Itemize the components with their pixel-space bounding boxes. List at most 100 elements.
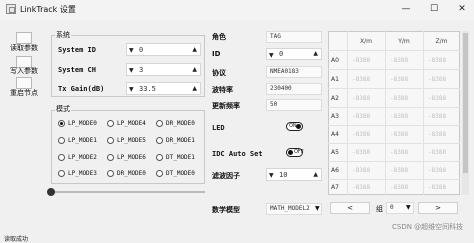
mode-option-label: LP_MODE2 xyxy=(68,154,97,161)
chevron-down-icon[interactable]: ▼ xyxy=(269,52,274,59)
mode-radio-dt1[interactable] xyxy=(156,154,163,161)
table-cell[interactable]: -8388 xyxy=(390,113,408,120)
system-ch-value: 3 xyxy=(139,66,144,74)
column-header: Z/m xyxy=(435,38,448,45)
table-cell[interactable]: -8388 xyxy=(390,76,408,83)
row-header: A2 xyxy=(331,95,339,102)
slider-handle[interactable] xyxy=(47,188,55,196)
tx-gain-spinbox[interactable]: ▼ 33.5 ▲ xyxy=(126,82,201,95)
chevron-down-icon[interactable]: ▼ xyxy=(406,204,411,211)
column-divider xyxy=(385,31,386,195)
row-divider xyxy=(328,69,460,70)
id-spinbox[interactable]: ▼ 0 ▲ xyxy=(266,48,322,60)
chevron-up-icon[interactable]: ▲ xyxy=(313,50,318,57)
mode-radio-lp6[interactable] xyxy=(107,154,114,161)
table-cell[interactable]: -8388 xyxy=(428,184,446,191)
table-cell[interactable]: -8388 xyxy=(352,131,370,138)
mode-option-label: DR_MODE0 xyxy=(166,120,195,127)
id-label: ID xyxy=(212,50,221,58)
chevron-down-icon[interactable]: ▼ xyxy=(129,86,134,93)
watermark-text: CSDN @超维空间科技 xyxy=(392,223,464,231)
close-button[interactable]: ✕ xyxy=(454,2,470,16)
table-cell[interactable]: -8388 xyxy=(352,57,370,64)
column-header: X/m xyxy=(360,38,372,45)
table-cell[interactable]: -8388 xyxy=(390,95,408,102)
table-cell[interactable]: -8388 xyxy=(352,167,370,174)
table-cell[interactable]: -8388 xyxy=(428,113,446,120)
maximize-button[interactable]: ☐ xyxy=(426,2,442,16)
slider-track[interactable] xyxy=(51,191,205,193)
chevron-up-icon[interactable]: ▲ xyxy=(192,85,197,92)
table-cell[interactable]: -8388 xyxy=(390,131,408,138)
table-cell[interactable]: -8388 xyxy=(352,76,370,83)
mode-option-label: DR_MODE0 xyxy=(117,170,146,177)
math-model-label: 数学模型 xyxy=(212,206,240,214)
table-cell[interactable]: -8388 xyxy=(428,167,446,174)
baud-label: 波特率 xyxy=(212,86,233,94)
chevron-down-icon[interactable]: ▼ xyxy=(269,172,274,179)
idc-auto-set-label: IDC Auto Set xyxy=(212,150,263,158)
mode-radio-lp4[interactable] xyxy=(107,120,114,127)
column-header: Y/m xyxy=(398,38,410,45)
mode-radio-lp0[interactable] xyxy=(58,120,65,127)
mode-radio-lp3[interactable] xyxy=(58,170,65,177)
mode-radio-lp1[interactable] xyxy=(58,137,65,144)
chevron-down-icon[interactable]: ▼ xyxy=(315,205,320,212)
row-divider xyxy=(328,125,460,126)
update-rate-label: 更新频率 xyxy=(212,102,240,110)
chevron-up-icon[interactable]: ▲ xyxy=(192,46,197,53)
minimize-button[interactable]: — xyxy=(398,2,414,16)
idc-toggle[interactable]: OFF xyxy=(286,148,304,157)
protocol-select[interactable]: NMEA0183 xyxy=(266,66,322,78)
system-id-value: 0 xyxy=(139,46,144,54)
filter-factor-value: 10 xyxy=(279,171,288,179)
table-cell[interactable]: -8388 xyxy=(390,167,408,174)
table-scrollbar-thumb[interactable] xyxy=(463,33,468,173)
system-ch-spinbox[interactable]: ▼ 3 ▲ xyxy=(126,63,201,76)
next-page-button[interactable]: > xyxy=(418,202,458,214)
mode-radio-dr0[interactable] xyxy=(156,120,163,127)
table-cell[interactable]: -8388 xyxy=(352,95,370,102)
table-cell[interactable]: -8388 xyxy=(428,95,446,102)
row-header: A0 xyxy=(331,57,339,64)
chevron-down-icon[interactable]: ▼ xyxy=(129,67,134,74)
table-cell[interactable]: -8388 xyxy=(390,149,408,156)
table-cell[interactable]: -8388 xyxy=(352,184,370,191)
table-cell[interactable]: -8388 xyxy=(390,57,408,64)
mode-radio-dr1[interactable] xyxy=(156,137,163,144)
mode-radio-dr0b[interactable] xyxy=(107,170,114,177)
chevron-down-icon[interactable]: ▼ xyxy=(129,47,134,54)
system-group-label: 系统 xyxy=(55,30,71,40)
restart-node-button[interactable]: 重启节点 xyxy=(4,88,44,98)
row-header: A4 xyxy=(331,131,339,138)
table-cell[interactable]: -8388 xyxy=(428,131,446,138)
led-label: LED xyxy=(212,124,225,132)
led-toggle[interactable]: ON xyxy=(286,122,303,131)
mode-radio-lp2[interactable] xyxy=(58,154,65,161)
mode-radio-dt0[interactable] xyxy=(156,170,163,177)
filter-factor-spinbox[interactable]: ▼ 10 ▲ xyxy=(266,168,322,181)
row-header: A3 xyxy=(331,113,339,120)
table-cell[interactable]: -8388 xyxy=(390,184,408,191)
mode-option-label: DT_MODE1 xyxy=(166,154,195,161)
tx-gain-label: Tx Gain(dB) xyxy=(58,85,105,93)
tx-gain-value: 33.5 xyxy=(139,85,156,93)
write-params-button[interactable]: 写入参数 xyxy=(4,66,44,76)
chevron-up-icon[interactable]: ▲ xyxy=(313,171,318,178)
baud-select[interactable]: 230400 xyxy=(266,83,322,95)
table-cell[interactable]: -8388 xyxy=(352,113,370,120)
update-rate-select[interactable]: 50 xyxy=(266,99,322,111)
mode-radio-lp5[interactable] xyxy=(107,137,114,144)
role-select[interactable]: TAG xyxy=(266,31,322,43)
read-params-button[interactable]: 读取参数 xyxy=(4,43,44,53)
chevron-up-icon[interactable]: ▲ xyxy=(192,66,197,73)
table-cell[interactable]: -8388 xyxy=(428,76,446,83)
mode-option-label: DT_MODE0 xyxy=(166,170,195,177)
table-cell[interactable]: -8388 xyxy=(428,149,446,156)
table-cell[interactable]: -8388 xyxy=(352,149,370,156)
mode-option-label: LP_MODE0 xyxy=(68,120,97,127)
system-id-spinbox[interactable]: ▼ 0 ▲ xyxy=(126,43,201,56)
table-cell[interactable]: -8388 xyxy=(428,57,446,64)
math-model-select[interactable]: MATH_MODEL2 xyxy=(266,203,322,215)
prev-page-button[interactable]: < xyxy=(330,202,370,214)
